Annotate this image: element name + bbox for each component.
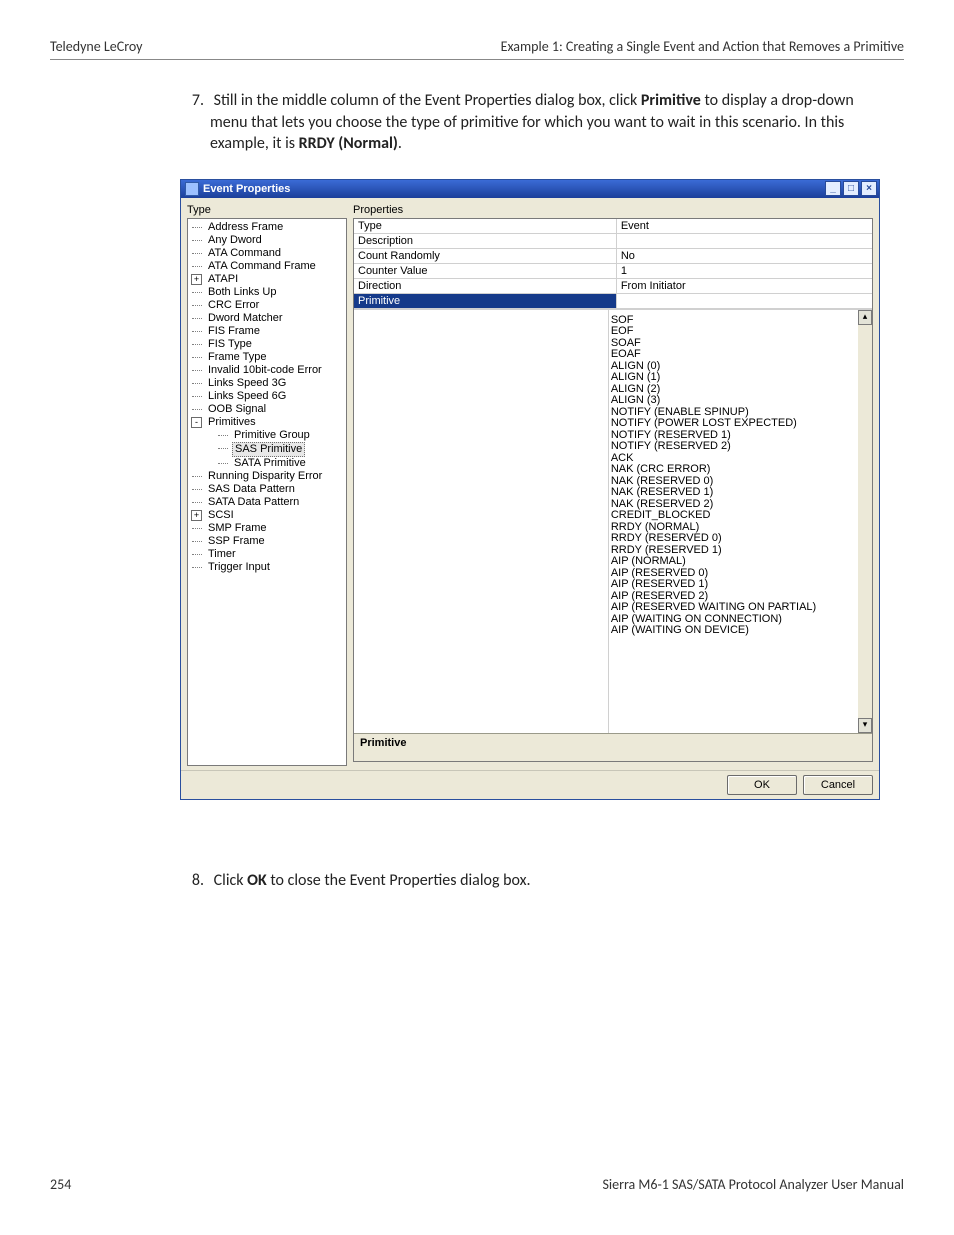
step-7-bold-primitive: Primitive (641, 91, 701, 110)
primitive-dropdown-list[interactable]: SOFEOFSOAFEOAFALIGN (0)ALIGN (1)ALIGN (2… (609, 310, 858, 733)
tree-frame-type[interactable]: Frame Type (206, 351, 269, 364)
type-label: Type (187, 204, 347, 216)
tree-fis-type[interactable]: FIS Type (206, 338, 254, 351)
prop-value-description (617, 234, 872, 248)
manual-title: Sierra M6-1 SAS/SATA Protocol Analyzer U… (602, 1176, 904, 1193)
step-7-text: Still in the middle column of the Event … (210, 91, 854, 153)
prop-label-counter-value: Counter Value (354, 264, 617, 278)
tree-primitives[interactable]: Primitives (206, 416, 258, 429)
step-8-text: Click OK to close the Event Properties d… (214, 871, 531, 890)
prop-label-primitive: Primitive (354, 294, 617, 308)
tree-atapi[interactable]: ATAPI (206, 273, 240, 286)
primitive-option[interactable]: SOF (611, 315, 856, 327)
step-7: 7. Still in the middle column of the Eve… (210, 90, 879, 155)
property-hint: Primitive (354, 733, 872, 761)
tree-ata-command-frame[interactable]: ATA Command Frame (206, 260, 318, 273)
page-number: 254 (50, 1176, 71, 1193)
dialog-title: Event Properties (203, 183, 290, 195)
tree-ata-command[interactable]: ATA Command (206, 247, 283, 260)
tree-any-dword[interactable]: Any Dword (206, 234, 264, 247)
tree-sata-primitive[interactable]: SATA Primitive (232, 457, 308, 470)
prop-row-counter-value[interactable]: Counter Value 1 (354, 264, 872, 279)
step-7-bold-rrdy: RRDY (Normal) (299, 134, 398, 153)
tree-smp-frame[interactable]: SMP Frame (206, 522, 268, 535)
prop-value-primitive (617, 294, 872, 308)
properties-label: Properties (353, 204, 873, 216)
tree-sas-primitive[interactable]: SAS Primitive (232, 442, 305, 457)
tree-address-frame[interactable]: Address Frame (206, 221, 285, 234)
tree-dword-matcher[interactable]: Dword Matcher (206, 312, 285, 325)
header-rule (50, 59, 904, 60)
tree-running-disparity[interactable]: Running Disparity Error (206, 470, 324, 483)
prop-row-direction[interactable]: Direction From Initiator (354, 279, 872, 294)
step-7-post: . (398, 134, 402, 153)
expand-atapi-icon[interactable]: + (191, 274, 202, 285)
step-7-pre: Still in the middle column of the Event … (214, 91, 641, 110)
tree-scsi[interactable]: SCSI (206, 509, 236, 522)
step-8-number: 8. (182, 870, 204, 892)
step-8-post: to close the Event Properties dialog box… (267, 871, 531, 890)
tree-both-links-up[interactable]: Both Links Up (206, 286, 278, 299)
tree-fis-frame[interactable]: FIS Frame (206, 325, 262, 338)
tree-ssp-frame[interactable]: SSP Frame (206, 535, 267, 548)
step-8-bold-ok: OK (247, 871, 267, 890)
header-right: Example 1: Creating a Single Event and A… (501, 38, 904, 55)
prop-value-count-randomly: No (617, 249, 872, 263)
app-icon (185, 182, 199, 196)
event-properties-dialog: Event Properties _ □ × Type Address Fram… (180, 179, 880, 800)
dialog-titlebar[interactable]: Event Properties _ □ × (181, 180, 879, 198)
tree-sata-data-pattern[interactable]: SATA Data Pattern (206, 496, 301, 509)
tree-invalid-10bit[interactable]: Invalid 10bit-code Error (206, 364, 324, 377)
tree-crc-error[interactable]: CRC Error (206, 299, 261, 312)
type-tree[interactable]: Address Frame Any Dword ATA Command ATA … (187, 218, 347, 766)
tree-oob-signal[interactable]: OOB Signal (206, 403, 268, 416)
tree-sas-data-pattern[interactable]: SAS Data Pattern (206, 483, 297, 496)
header-left: Teledyne LeCroy (50, 38, 143, 55)
prop-label-description: Description (354, 234, 617, 248)
tree-links-speed-6g[interactable]: Links Speed 6G (206, 390, 288, 403)
prop-row-count-randomly[interactable]: Count Randomly No (354, 249, 872, 264)
ok-button[interactable]: OK (727, 775, 797, 795)
maximize-button[interactable]: □ (843, 181, 859, 196)
prop-row-type[interactable]: Type Event (354, 219, 872, 234)
tree-links-speed-3g[interactable]: Links Speed 3G (206, 377, 288, 390)
prop-value-counter-value: 1 (617, 264, 872, 278)
expand-scsi-icon[interactable]: + (191, 510, 202, 521)
prop-row-description[interactable]: Description (354, 234, 872, 249)
prop-value-direction: From Initiator (617, 279, 872, 293)
prop-label-count-randomly: Count Randomly (354, 249, 617, 263)
tree-timer[interactable]: Timer (206, 548, 238, 561)
primitive-option[interactable]: SOAF (611, 338, 856, 350)
close-button[interactable]: × (861, 181, 877, 196)
prop-label-type: Type (354, 219, 617, 233)
prop-label-direction: Direction (354, 279, 617, 293)
minimize-button[interactable]: _ (825, 181, 841, 196)
prop-value-type: Event (617, 219, 872, 233)
primitive-option[interactable]: EOF (611, 326, 856, 338)
scroll-down-icon[interactable]: ▾ (858, 718, 872, 733)
cancel-button[interactable]: Cancel (803, 775, 873, 795)
dropdown-scrollbar[interactable]: ▴ ▾ (858, 310, 872, 733)
primitive-option[interactable]: AIP (WAITING ON DEVICE) (611, 625, 856, 637)
tree-primitive-group[interactable]: Primitive Group (232, 429, 312, 442)
properties-grid: Type Event Description Count Randomly No (353, 218, 873, 762)
collapse-primitives-icon[interactable]: - (191, 417, 202, 428)
scroll-up-icon[interactable]: ▴ (858, 310, 872, 325)
step-7-number: 7. (182, 90, 204, 112)
primitive-option[interactable]: NOTIFY (RESERVED 2) (611, 441, 856, 453)
step-8: 8. Click OK to close the Event Propertie… (210, 870, 879, 892)
tree-trigger-input[interactable]: Trigger Input (206, 561, 272, 574)
step-8-pre: Click (214, 871, 248, 890)
prop-row-primitive[interactable]: Primitive (354, 294, 872, 309)
